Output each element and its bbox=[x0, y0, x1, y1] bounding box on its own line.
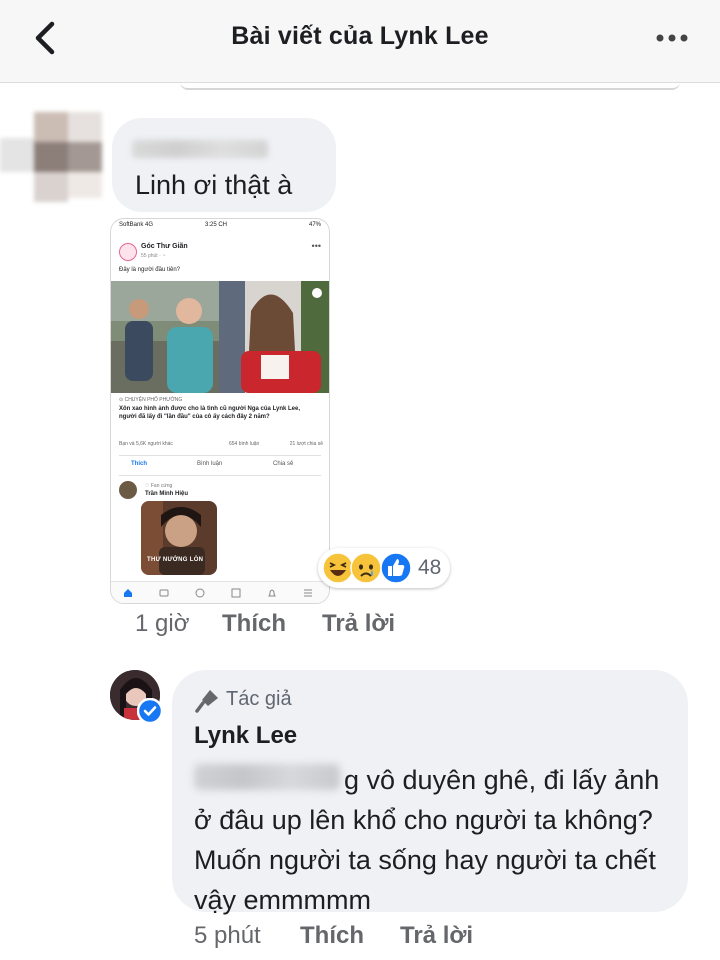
groups-tab-icon bbox=[195, 588, 205, 598]
carrier-text: SoftBank 4G bbox=[119, 222, 154, 228]
post-more-icon: ••• bbox=[311, 241, 321, 251]
inner-commenter-avatar bbox=[119, 481, 137, 499]
microphone-icon bbox=[195, 690, 218, 713]
sad-reaction-icon bbox=[350, 552, 382, 584]
post-actions: Thích Bình luận Chia sẻ bbox=[111, 459, 329, 473]
comment-time: 1 giờ bbox=[135, 610, 190, 637]
comment-text: Linh ơi thật à bbox=[135, 170, 293, 200]
article-source: ⊙ CHUYỆN PHỐ PHƯỜNG bbox=[119, 397, 183, 403]
inner-commenter-name: Trần Minh Hiệu bbox=[145, 491, 189, 497]
blurred-commenter-avatar[interactable] bbox=[0, 112, 110, 202]
verified-badge-icon bbox=[137, 698, 163, 724]
reaction-summary[interactable]: 48 bbox=[318, 548, 450, 588]
reply-text: g vô duyên ghê, đi lấy ảnh ở đâu up lên … bbox=[194, 765, 660, 915]
like-reaction-icon bbox=[380, 552, 412, 584]
author-badge-label: Tác giả bbox=[226, 688, 292, 710]
watch-tab-icon bbox=[159, 589, 169, 597]
page-name: Góc Thư Giãn bbox=[141, 243, 188, 250]
post-caption: Đây là người đầu tiên? bbox=[119, 267, 180, 273]
reactions-text: Bạn và 5,6K người khác bbox=[119, 441, 173, 447]
battery-text: 47% bbox=[308, 222, 321, 228]
menu-tab-icon bbox=[304, 589, 312, 597]
top-navigation-bar: Bài viết của Lynk Lee bbox=[0, 0, 720, 83]
comment-reply-button[interactable]: Trả lời bbox=[322, 610, 395, 638]
reply-reply-button[interactable]: Trả lời bbox=[400, 922, 473, 950]
blurred-commenter-name[interactable] bbox=[132, 140, 268, 158]
divider bbox=[119, 455, 321, 456]
comment-like-button[interactable]: Thích bbox=[222, 610, 286, 638]
reaction-count: 48 bbox=[418, 556, 442, 579]
news-tab-icon bbox=[231, 588, 241, 598]
home-tab-icon bbox=[124, 589, 132, 597]
phone-tab-bar bbox=[111, 581, 329, 603]
more-dots-icon[interactable] bbox=[654, 26, 690, 50]
previous-comment-edge bbox=[180, 82, 680, 90]
post-photo bbox=[111, 281, 329, 393]
post-time: 55 phút · ◔ bbox=[141, 253, 166, 259]
comment-attachment-screenshot[interactable]: SoftBank 4G 3:25 CH 47% Góc Thư Giãn 55 … bbox=[110, 218, 330, 604]
status-time: 3:25 CH bbox=[205, 222, 228, 228]
comments-count: 654 bình luận bbox=[229, 441, 260, 447]
divider bbox=[119, 475, 321, 476]
post-comment-action: Bình luận bbox=[197, 461, 223, 467]
fan-badge: ♡ Fan cứng bbox=[145, 483, 173, 489]
reply-like-button[interactable]: Thích bbox=[300, 922, 364, 950]
meme-caption: THƯ NƯỚNG LÒN bbox=[147, 557, 204, 563]
phone-status-bar: SoftBank 4G 3:25 CH 47% bbox=[111, 219, 329, 233]
article-headline: Xôn xao hình ảnh được cho là tình cũ ngư… bbox=[119, 406, 301, 420]
reply-time: 5 phút bbox=[194, 922, 261, 949]
meme-image bbox=[141, 501, 217, 575]
page-avatar bbox=[119, 243, 137, 261]
post-like-action: Thích bbox=[131, 461, 147, 467]
shares-count: 21 lượt chia sẻ bbox=[289, 441, 323, 447]
post-share-action: Chia sẻ bbox=[273, 461, 294, 467]
page-title: Bài viết của Lynk Lee bbox=[231, 22, 489, 50]
reply-author-name[interactable]: Lynk Lee bbox=[194, 722, 297, 750]
bell-tab-icon bbox=[268, 589, 276, 597]
